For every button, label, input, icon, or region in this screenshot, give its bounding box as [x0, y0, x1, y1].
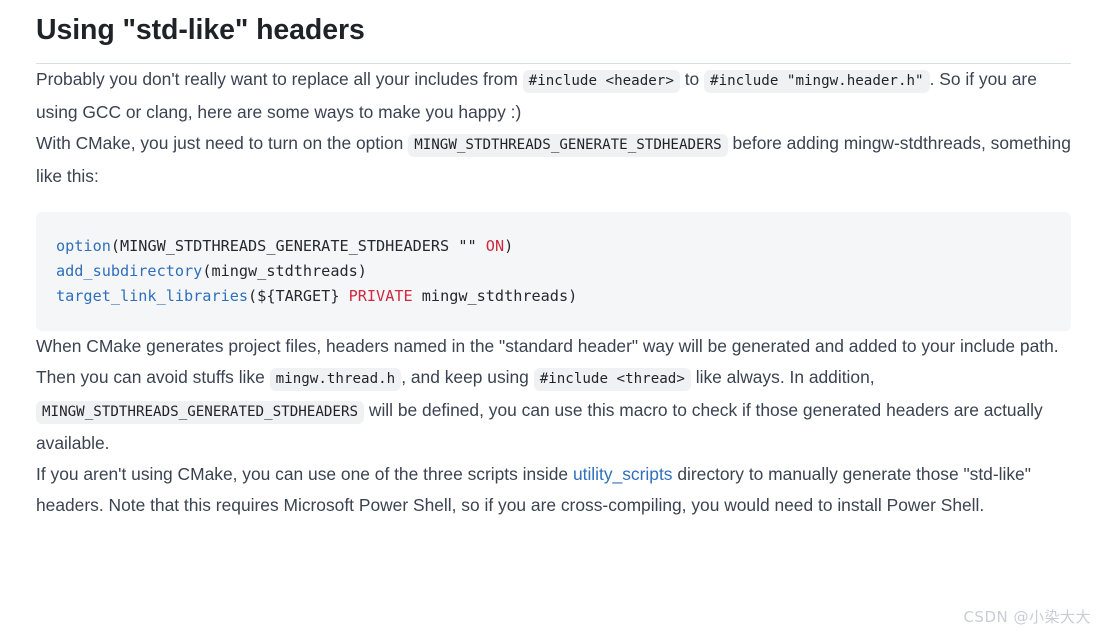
paragraph-intro: Probably you don't really want to replac… — [36, 68, 1037, 122]
code-token: "" — [458, 236, 477, 255]
code-token: PRIVATE — [348, 286, 413, 305]
code-token: ON — [485, 236, 505, 255]
link-utility-scripts[interactable]: utility_scripts — [573, 464, 673, 484]
code-token: add_subdirectory — [56, 261, 203, 280]
code-token: mingw_stdthreads) — [412, 286, 578, 305]
code-token: (MINGW_STDTHREADS_GENERATE_STDHEADERS — [110, 236, 459, 255]
inline-code: #include <header> — [522, 69, 680, 93]
code-token: (mingw_stdthreads) — [202, 261, 367, 280]
code-block-cmake: option(MINGW_STDTHREADS_GENERATE_STDHEAD… — [36, 211, 1071, 331]
code-block-content: option(MINGW_STDTHREADS_GENERATE_STDHEAD… — [56, 234, 1051, 309]
csdn-watermark: CSDN @小染大大 — [963, 608, 1091, 626]
inline-code: mingw.thread.h — [269, 367, 402, 391]
code-token: ) — [504, 236, 514, 255]
paragraph-generated-headers: When CMake generates project files, head… — [36, 335, 1059, 453]
inline-code: #include <thread> — [533, 367, 691, 391]
inline-code: #include "mingw.header.h" — [704, 69, 930, 93]
code-token: option — [56, 236, 111, 255]
document-page: Using "std-like" headers Probably you do… — [0, 0, 1113, 633]
code-token: (${TARGET} — [248, 286, 349, 305]
page-title: Using "std-like" headers — [36, 14, 365, 46]
code-token: target_link_libraries — [56, 286, 249, 305]
paragraph-cmake-option: With CMake, you just need to turn on the… — [36, 132, 1071, 186]
paragraph-utility-scripts: If you aren't using CMake, you can use o… — [36, 463, 1031, 515]
inline-code: MINGW_STDTHREADS_GENERATED_STDHEADERS — [36, 400, 365, 424]
inline-code: MINGW_STDTHREADS_GENERATE_STDHEADERS — [408, 133, 728, 157]
